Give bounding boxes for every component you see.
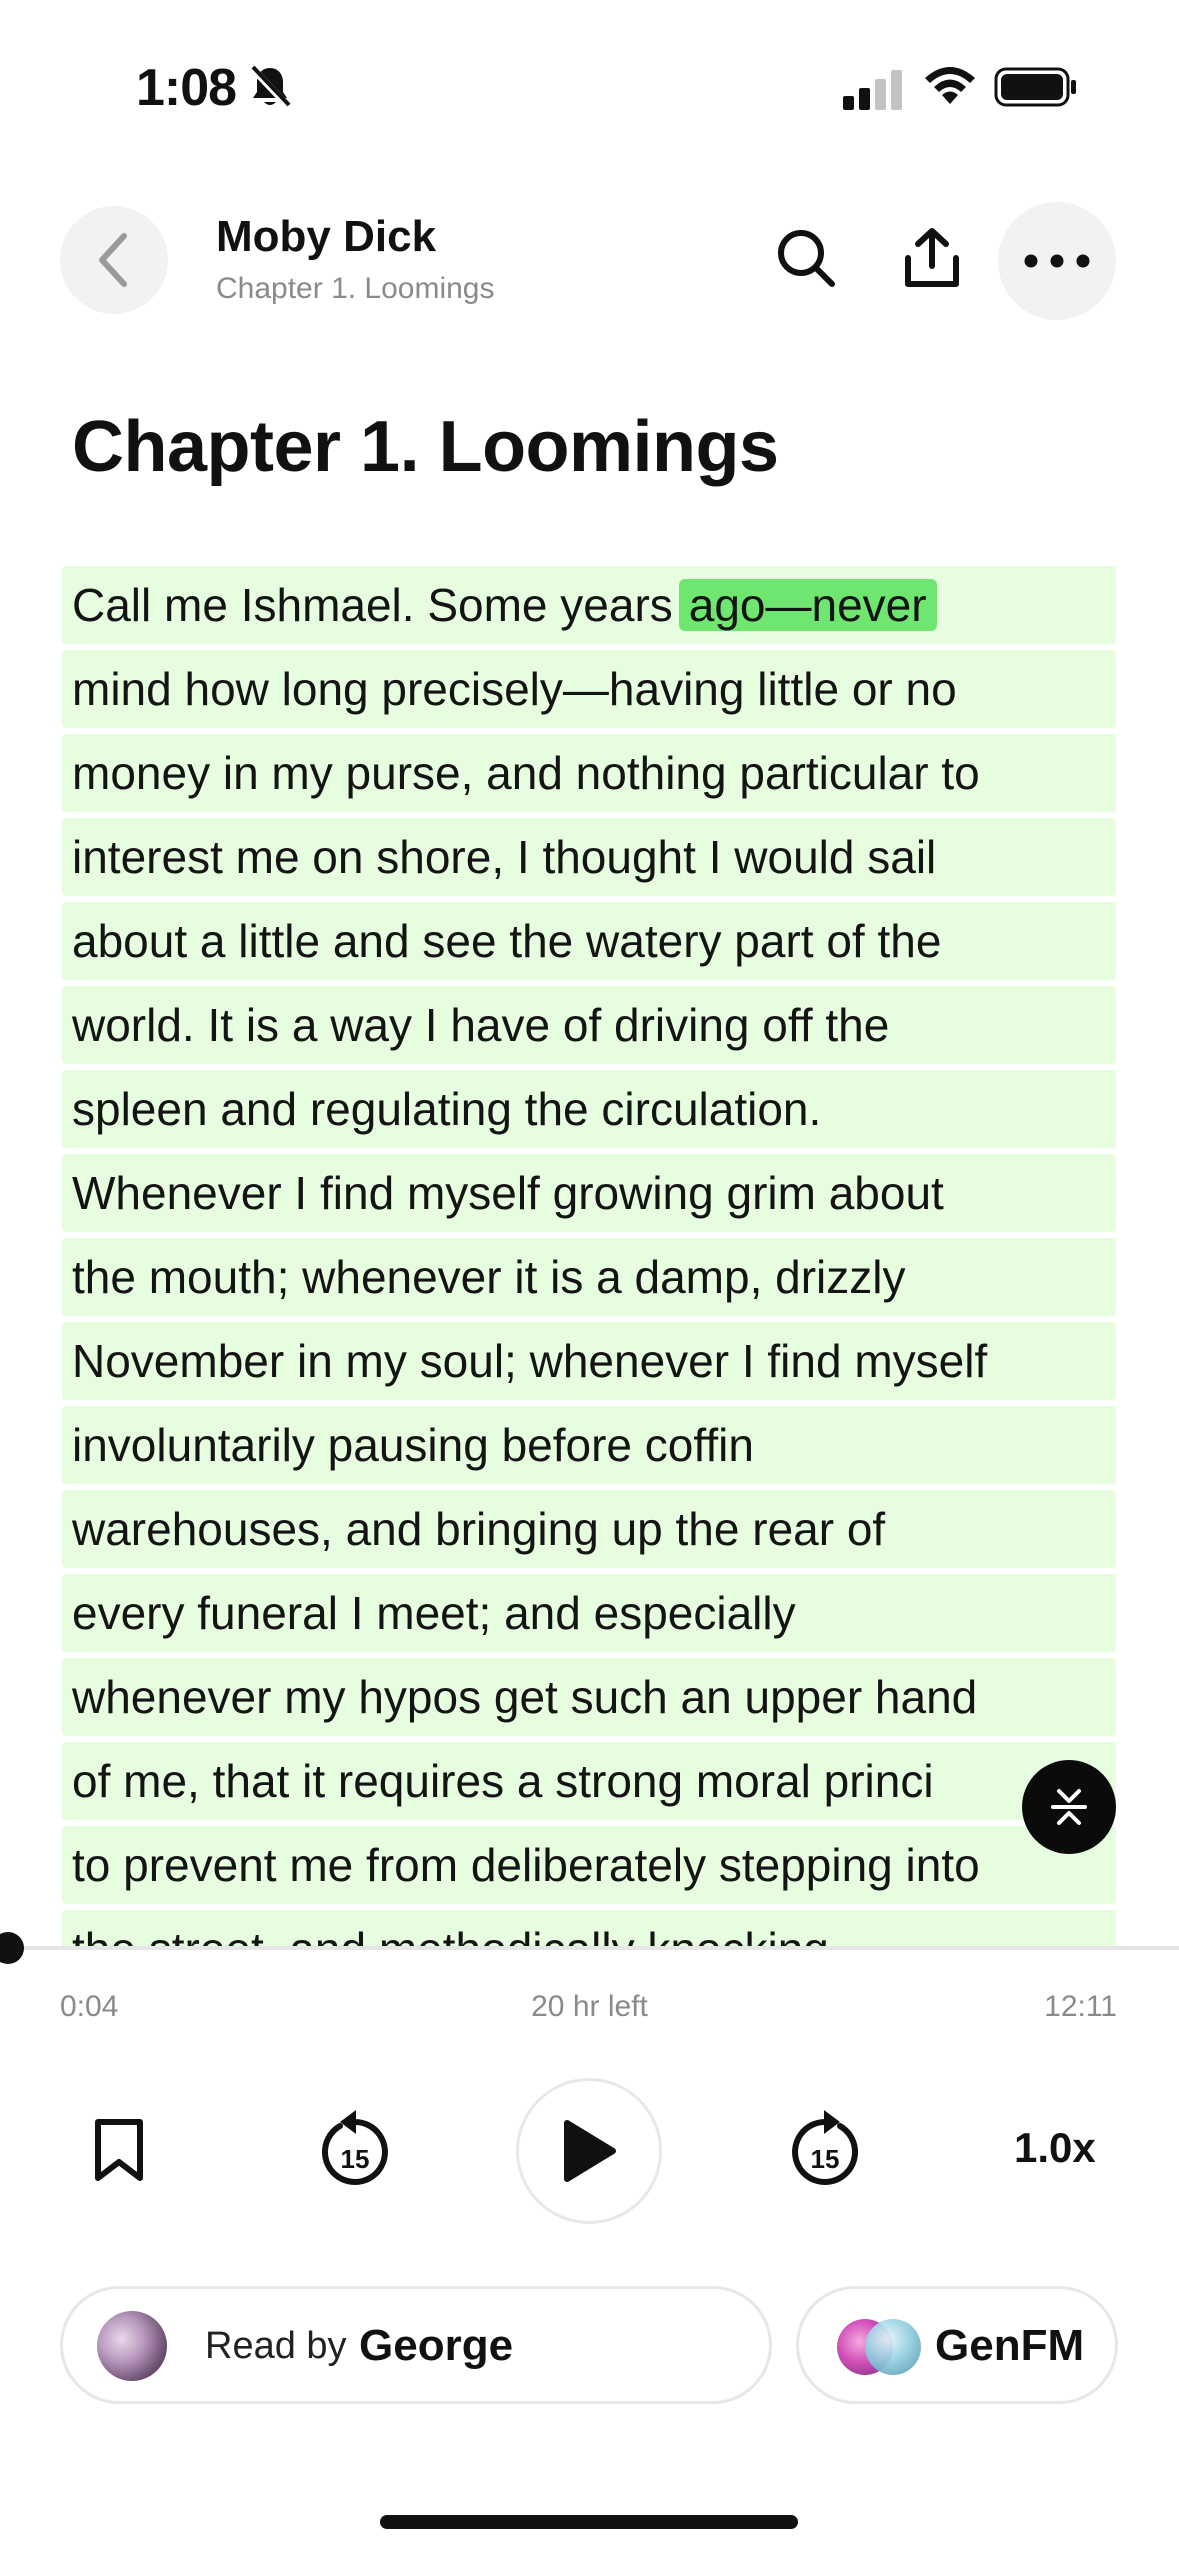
text-line[interactable]: the mouth; whenever it is a damp, drizzl… bbox=[62, 1238, 1116, 1316]
voice-label: Read by bbox=[205, 2325, 347, 2367]
more-button[interactable] bbox=[998, 202, 1116, 320]
reader-screen: 1:08 Moby Dick Chapter 1. Loomings Chapt… bbox=[0, 0, 1179, 2556]
search-icon bbox=[778, 230, 835, 287]
header-titles: Moby Dick Chapter 1. Loomings bbox=[216, 212, 495, 306]
text-line[interactable]: of me, that it requires a strong moral p… bbox=[62, 1742, 1116, 1820]
text-line[interactable]: to prevent me from deliberately stepping… bbox=[62, 1826, 1116, 1904]
rewind-15-icon: 15 bbox=[321, 2110, 388, 2185]
genfm-button[interactable]: GenFM bbox=[796, 2286, 1118, 2404]
text-line[interactable]: spleen and regulating the circulation. bbox=[62, 1070, 1116, 1148]
text-line[interactable]: involuntarily pausing before coffin bbox=[62, 1406, 1116, 1484]
back-button[interactable] bbox=[60, 206, 168, 314]
text-line[interactable]: world. It is a way I have of driving off… bbox=[62, 986, 1116, 1064]
text-line[interactable]: the street, and methodically knocking bbox=[62, 1910, 1116, 1950]
time-total: 12:11 bbox=[1044, 1990, 1117, 2023]
more-icon bbox=[1024, 254, 1090, 268]
text-line[interactable]: warehouses, and bringing up the rear of bbox=[62, 1490, 1116, 1568]
text-line[interactable]: Whenever I find myself growing grim abou… bbox=[62, 1154, 1116, 1232]
play-icon bbox=[564, 2120, 616, 2182]
voice-avatar bbox=[97, 2311, 167, 2381]
wifi-icon bbox=[925, 67, 975, 104]
svg-text:15: 15 bbox=[341, 2144, 370, 2174]
reader-text[interactable]: Call me Ishmael. Some years ago—never min… bbox=[62, 566, 1116, 1950]
forward-15-icon: 15 bbox=[792, 2110, 859, 2185]
bookmark-button[interactable] bbox=[84, 2110, 154, 2190]
status-bar: 1:08 bbox=[0, 0, 1179, 175]
home-indicator[interactable] bbox=[380, 2515, 798, 2529]
playback-speed-button[interactable]: 1.0x bbox=[1014, 2124, 1096, 2172]
search-button[interactable] bbox=[772, 224, 840, 292]
text-line[interactable]: about a little and see the watery part o… bbox=[62, 902, 1116, 980]
text-line[interactable]: Call me Ishmael. Some years ago—never bbox=[62, 566, 1116, 644]
genfm-label: GenFM bbox=[935, 2321, 1085, 2370]
voice-selector-button[interactable]: Read by George bbox=[60, 2286, 772, 2404]
rewind-15-button[interactable]: 15 bbox=[316, 2110, 394, 2192]
book-title: Moby Dick bbox=[216, 212, 437, 261]
svg-text:15: 15 bbox=[811, 2144, 840, 2174]
chevron-left-icon bbox=[99, 233, 127, 287]
voice-name: George bbox=[359, 2321, 514, 2370]
forward-15-button[interactable]: 15 bbox=[786, 2110, 864, 2192]
text-line[interactable]: whenever my hypos get such an upper hand bbox=[62, 1658, 1116, 1736]
bookmark-icon bbox=[95, 2119, 143, 2181]
current-word-highlight[interactable]: ago—never bbox=[678, 579, 937, 631]
progress-scrubber[interactable] bbox=[0, 1932, 24, 1964]
share-button[interactable] bbox=[896, 222, 968, 294]
text-line[interactable]: November in my soul; whenever I find mys… bbox=[62, 1322, 1116, 1400]
status-time: 1:08 bbox=[136, 59, 237, 117]
progress-track[interactable] bbox=[0, 1946, 1179, 1950]
text-line[interactable]: mind how long precisely—having little or… bbox=[62, 650, 1116, 728]
text-line-content: Call me Ishmael. Some years bbox=[72, 579, 673, 631]
collapse-icon bbox=[1051, 1789, 1087, 1825]
chapter-subtitle: Chapter 1. Loomings bbox=[216, 272, 495, 305]
text-line[interactable]: interest me on shore, I thought I would … bbox=[62, 818, 1116, 896]
bell-slash-icon bbox=[249, 65, 291, 109]
text-line[interactable]: every funeral I meet; and especially bbox=[62, 1574, 1116, 1652]
chapter-heading: Chapter 1. Loomings bbox=[72, 407, 779, 487]
signal-icon bbox=[843, 70, 902, 110]
battery-icon bbox=[994, 67, 1076, 107]
play-button[interactable] bbox=[516, 2078, 662, 2224]
genfm-logo-icon bbox=[865, 2319, 921, 2375]
collapse-text-button[interactable] bbox=[1022, 1760, 1116, 1854]
text-line[interactable]: money in my purse, and nothing particula… bbox=[62, 734, 1116, 812]
time-remaining: 20 hr left bbox=[531, 1990, 648, 2023]
share-icon bbox=[905, 228, 959, 287]
